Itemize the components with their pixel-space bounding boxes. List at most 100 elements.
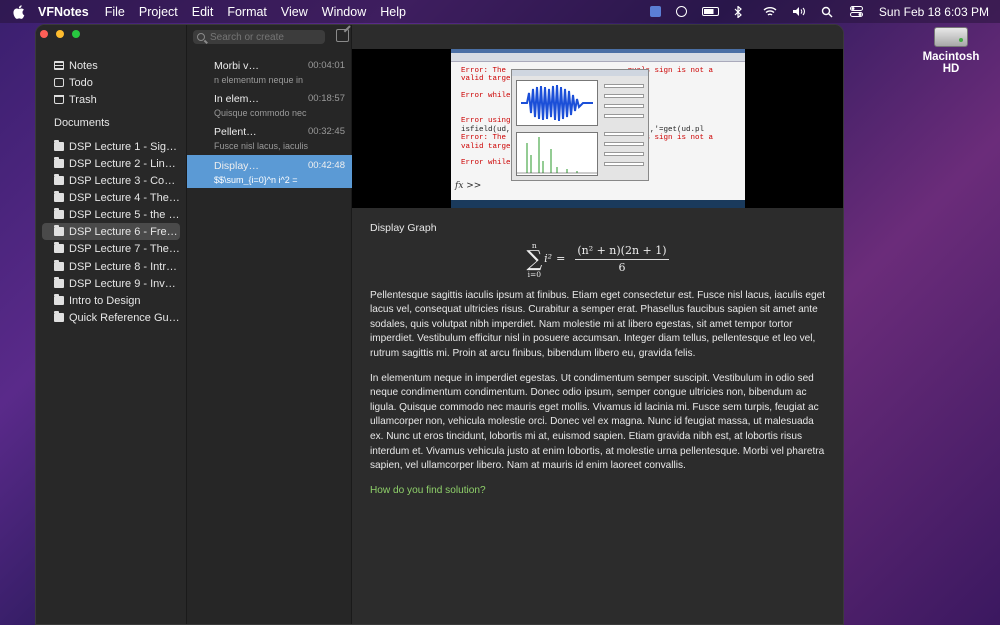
note-title: Pellentes...	[214, 126, 259, 138]
menu-clock[interactable]: Sun Feb 18 6:03 PM	[879, 5, 989, 19]
paragraph: In elementum neque in imperdiet egestas.…	[370, 372, 825, 472]
minimize-button[interactable]	[56, 30, 64, 38]
list-item[interactable]: Pellentes... 00:32:45 Fusce nisl lacus, i…	[187, 121, 352, 154]
doc-label: DSP Lecture 1 - Signals	[69, 140, 180, 153]
folder-icon	[54, 242, 64, 253]
sidebar-item-todo[interactable]: Todo	[42, 74, 180, 91]
sidebar-doc[interactable]: DSP Lecture 1 - Signals	[42, 138, 180, 155]
doc-label: DSP Lecture 3 - Convol...	[69, 174, 180, 187]
app-menu[interactable]: VFNotes	[38, 5, 89, 19]
menu-file[interactable]: File	[105, 5, 125, 19]
waveform-plot	[516, 80, 598, 126]
paragraph: Pellentesque sagittis iaculis ipsum at f…	[370, 289, 826, 359]
list-item[interactable]: Morbi vel... 00:04:01 n elementum neque i…	[187, 55, 352, 88]
note-title: In elemen...	[214, 93, 259, 105]
sidebar-item-notes[interactable]: Notes	[42, 57, 180, 74]
list-item[interactable]: In elemen... 00:18:57 Quisque commodo nec	[187, 88, 352, 121]
sidebar-item-label: Todo	[69, 76, 93, 89]
time-machine-icon[interactable]	[675, 6, 687, 17]
sidebar-doc[interactable]: DSP Lecture 7 - The Dis...	[42, 240, 180, 257]
close-button[interactable]	[40, 30, 48, 38]
battery-icon[interactable]	[701, 7, 719, 16]
folder-icon	[54, 225, 64, 236]
note-title: Morbi vel...	[214, 60, 259, 72]
todo-icon	[54, 78, 64, 87]
document-body[interactable]: Display Graph n ∑ i=0 i² = (n² + n)(2n +…	[370, 221, 825, 498]
search-icon[interactable]	[821, 6, 835, 18]
math-formula: n ∑ i=0 i² = (n² + n)(2n + 1) 6	[526, 240, 669, 279]
list-item-selected[interactable]: Display G... 00:42:48 $$\sum_{i=0}^n i^2 …	[187, 155, 352, 188]
audio-player-panel	[511, 69, 649, 181]
folder-icon	[54, 208, 64, 219]
menu-bar: VFNotes File Project Edit Format View Wi…	[0, 0, 1000, 23]
sidebar-doc[interactable]: DSP Lecture 3 - Convol...	[42, 172, 180, 189]
control-center-icon[interactable]	[849, 5, 864, 18]
note-preview: Quisque commodo nec	[214, 108, 307, 118]
wifi-icon[interactable]	[763, 6, 777, 18]
folder-icon	[54, 157, 64, 168]
doc-label: DSP Lecture 8 - Introdu...	[69, 260, 180, 273]
solution-link[interactable]: How do you find solution?	[370, 484, 825, 499]
menu-help[interactable]: Help	[380, 5, 406, 19]
sidebar: Notes Todo Trash Documents DSP Lecture 1…	[36, 25, 187, 624]
embedded-image: Error: The quals sign is not a valid tar…	[352, 49, 843, 208]
spectrum-plot	[516, 132, 598, 176]
folder-icon	[54, 294, 64, 305]
sidebar-doc[interactable]: DSP Lecture 5 - the Fou...	[42, 206, 180, 223]
note-preview: $$\sum_{i=0}^n i^2 =	[214, 175, 298, 185]
search-input[interactable]	[210, 31, 320, 43]
menu-window[interactable]: Window	[322, 5, 366, 19]
sidebar-doc-selected[interactable]: DSP Lecture 6 - Freque...	[42, 223, 180, 240]
folder-icon	[54, 140, 64, 151]
search-field[interactable]	[193, 30, 325, 44]
bluetooth-icon[interactable]	[734, 4, 748, 19]
desktop-drive[interactable]: Macintosh HD	[915, 24, 987, 75]
trash-icon	[54, 95, 64, 104]
drive-label: Macintosh HD	[922, 51, 980, 75]
note-preview: Fusce nisl lacus, iaculis	[214, 141, 309, 151]
sidebar-doc[interactable]: DSP Lecture 9 - Inverse...	[42, 275, 180, 292]
matlab-screenshot: Error: The quals sign is not a valid tar…	[451, 49, 745, 208]
volume-icon[interactable]	[792, 6, 806, 18]
menu-format[interactable]: Format	[227, 5, 267, 19]
doc-label: DSP Lecture 4 - The Fo...	[69, 191, 180, 204]
doc-label: DSP Lecture 7 - The Dis...	[69, 242, 180, 255]
doc-label: DSP Lecture 6 - Freque...	[69, 225, 180, 238]
doc-label: Intro to Design	[69, 294, 141, 307]
sidebar-doc[interactable]: Intro to Design	[42, 292, 180, 309]
note-title: Display G...	[214, 160, 259, 172]
folder-icon	[54, 277, 64, 288]
sidebar-item-trash[interactable]: Trash	[42, 91, 180, 108]
note-time: 00:42:48	[308, 160, 345, 171]
sigma-icon: n ∑ i=0	[526, 240, 543, 279]
documents-header: Documents	[54, 117, 110, 129]
note-time: 00:18:57	[308, 93, 345, 104]
note-preview: n elementum neque in	[214, 75, 304, 85]
sidebar-doc[interactable]: DSP Lecture 2 - Linear, t...	[42, 155, 180, 172]
folder-icon	[54, 311, 64, 322]
note-editor[interactable]: Error: The quals sign is not a valid tar…	[352, 25, 843, 624]
sidebar-item-label: Notes	[69, 59, 98, 72]
apple-icon[interactable]	[12, 4, 26, 19]
note-time: 00:32:45	[308, 126, 345, 137]
doc-label: DSP Lecture 9 - Inverse...	[69, 277, 180, 290]
doc-label: DSP Lecture 5 - the Fou...	[69, 208, 180, 221]
note-time: 00:04:01	[308, 60, 345, 71]
vfnotes-icon[interactable]	[649, 6, 661, 17]
doc-label: DSP Lecture 2 - Linear, t...	[69, 157, 180, 170]
folder-icon	[54, 174, 64, 185]
sidebar-doc[interactable]: DSP Lecture 4 - The Fo...	[42, 189, 180, 206]
sidebar-doc[interactable]: DSP Lecture 8 - Introdu...	[42, 258, 180, 275]
hard-drive-icon	[934, 27, 968, 47]
folder-icon	[54, 191, 64, 202]
zoom-button[interactable]	[72, 30, 80, 38]
menu-view[interactable]: View	[281, 5, 308, 19]
sidebar-doc[interactable]: Quick Reference Guide	[42, 309, 180, 326]
menu-project[interactable]: Project	[139, 5, 178, 19]
note-heading: Display Graph	[370, 222, 437, 234]
doc-label: Quick Reference Guide	[69, 311, 180, 324]
menu-edit[interactable]: Edit	[192, 5, 214, 19]
folder-icon	[54, 260, 64, 271]
compose-icon[interactable]	[336, 29, 349, 42]
windows-taskbar	[451, 200, 745, 208]
